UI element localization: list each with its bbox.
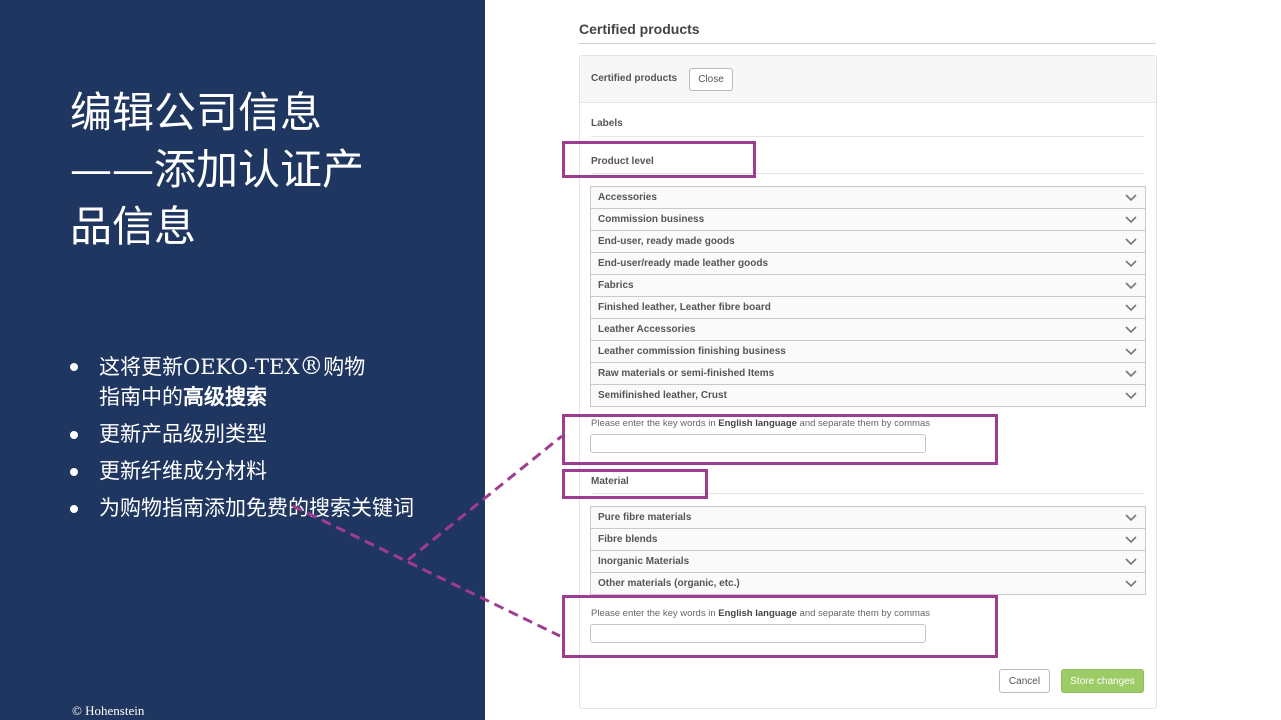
material-item[interactable]: Inorganic Materials [591,551,1145,573]
bullet-item-2: 更新产品级别类型 [70,420,430,449]
bullet-1-strong: 高级搜索 [183,384,267,409]
accordion-label: Fibre blends [598,534,658,545]
panel-header: Certified products Close [580,56,1156,103]
copyright-text: © Hohenstein [72,703,145,718]
chevron-down-icon [1125,558,1137,566]
chevron-down-icon [1125,514,1137,522]
chevron-down-icon [1125,392,1137,400]
accordion-label: Accessories [598,192,657,203]
accordion-label: Finished leather, Leather fibre board [598,302,771,313]
highlight-material [562,469,708,499]
accordion-label: Leather commission finishing business [598,346,786,357]
product-level-item[interactable]: Finished leather, Leather fibre board [591,297,1145,319]
accordion-label: End-user/ready made leather goods [598,258,769,269]
chevron-down-icon [1125,370,1137,378]
accordion-label: Fabrics [598,280,634,291]
highlight-product-level [562,141,756,178]
bullet-1-mid: 购物 [323,355,366,379]
bullet-item-3: 更新纤维成分材料 [70,457,430,486]
chevron-down-icon [1125,580,1137,588]
chevron-down-icon [1125,304,1137,312]
bullet-dot-icon [70,363,78,371]
chevron-down-icon [1125,282,1137,290]
slide-title-line-2: ——添加认证产 [70,145,365,194]
product-level-item[interactable]: Semifinished leather, Crust [591,385,1145,407]
bullet-3-text: 更新纤维成分材料 [99,459,267,483]
chevron-down-icon [1125,260,1137,268]
accordion-label: Pure fibre materials [598,512,692,523]
product-level-item[interactable]: Commission business [591,209,1145,231]
accordion-label: End-user, ready made goods [598,236,735,247]
bullet-2-text: 更新产品级别类型 [99,422,267,446]
slide-title: 编辑公司信息 ——添加认证产 品信息 [70,84,430,255]
highlight-material-keywords [562,595,998,658]
product-level-item[interactable]: Leather commission finishing business [591,341,1145,363]
chevron-down-icon [1125,238,1137,246]
product-level-item[interactable]: End-user, ready made goods [591,231,1145,253]
chevron-down-icon [1125,348,1137,356]
accordion-label: Raw materials or semi-finished Items [598,368,775,379]
chevron-down-icon [1125,536,1137,544]
accordion-label: Inorganic Materials [598,556,690,567]
material-item[interactable]: Fibre blends [591,529,1145,551]
product-level-item[interactable]: Accessories [591,187,1145,209]
bullet-dot-icon [70,468,78,476]
labels-divider [591,136,1144,137]
close-button[interactable]: Close [689,68,733,91]
slide-title-line-3: 品信息 [70,202,197,251]
product-level-item[interactable]: Raw materials or semi-finished Items [591,363,1145,385]
bullet-list: 这将更新OEKO-TEX®购物 指南中的高级搜索 更新产品级别类型 更新纤维成分… [70,352,430,531]
bullet-item-4: 为购物指南添加免费的搜索关键词 [70,494,430,523]
accordion-label: Other materials (organic, etc.) [598,578,740,589]
accordion-label: Semifinished leather, Crust [598,390,727,401]
accordion-label: Leather Accessories [598,324,696,335]
bullet-1-pre: 这将更新OEKO-TEX [99,355,300,379]
left-panel: 编辑公司信息 ——添加认证产 品信息 这将更新OEKO-TEX®购物 指南中的高… [0,0,485,720]
chevron-down-icon [1125,326,1137,334]
cancel-button[interactable]: Cancel [999,669,1050,693]
slide-title-line-1: 编辑公司信息 [70,88,323,137]
chevron-down-icon [1125,194,1137,202]
panel-header-title: Certified products [591,73,678,84]
product-level-item[interactable]: Fabrics [591,275,1145,297]
bullet-dot-icon [70,505,78,513]
highlight-product-keywords [562,414,998,465]
bullet-item-1: 这将更新OEKO-TEX®购物 指南中的高级搜索 [70,352,430,412]
registered-mark: ® [299,352,324,380]
product-level-item[interactable]: Leather Accessories [591,319,1145,341]
section-title: Certified products [579,21,1156,44]
accordion-label: Commission business [598,214,705,225]
chevron-down-icon [1125,216,1137,224]
product-level-accordion: Accessories Commission business End-user… [590,186,1146,407]
product-level-item[interactable]: End-user/ready made leather goods [591,253,1145,275]
bullet-dot-icon [70,431,78,439]
bullet-4-text: 为购物指南添加免费的搜索关键词 [99,496,414,520]
labels-heading: Labels [591,118,623,129]
bullet-1-line2: 指南中的 [99,385,183,409]
material-item[interactable]: Pure fibre materials [591,507,1145,529]
store-changes-button[interactable]: Store changes [1061,669,1144,693]
material-item[interactable]: Other materials (organic, etc.) [591,573,1145,595]
material-accordion: Pure fibre materials Fibre blends Inorga… [590,506,1146,595]
